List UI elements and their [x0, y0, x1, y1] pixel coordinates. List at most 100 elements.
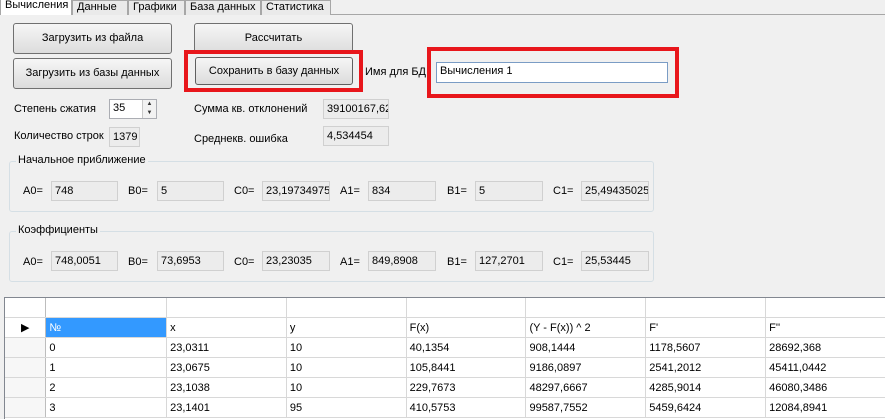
table-cell[interactable]: 3 — [45, 397, 168, 418]
table-cell[interactable]: 1 — [45, 357, 168, 378]
param-label-a0: A0= — [23, 185, 43, 197]
table-row[interactable]: 3 23,1401 95 410,5753 99587,7552 5459,64… — [5, 397, 885, 418]
param-label-b1: B1= — [447, 185, 467, 197]
table-cell[interactable]: 908,1444 — [525, 337, 647, 358]
table-cell[interactable]: 1178,5607 — [645, 337, 767, 358]
mean-error-value: 4,534454 — [323, 126, 389, 146]
grid-column-header[interactable] — [645, 298, 767, 318]
row-header[interactable] — [5, 377, 47, 398]
table-header-cell[interactable]: № — [45, 317, 168, 338]
grid-column-header[interactable] — [166, 298, 287, 318]
grid-column-header[interactable] — [45, 298, 168, 318]
table-cell[interactable]: 28692,368 — [765, 337, 885, 358]
table-row[interactable]: 2 23,1038 10 229,7673 48297,6667 4285,90… — [5, 377, 885, 398]
table-cell[interactable]: 23,1038 — [166, 377, 287, 398]
results-grid[interactable]: ▶ № x y F(x) (Y - F(x)) ^ 2 F' F'' 0 23,… — [4, 297, 885, 419]
initial-c0: 23,19734975 — [262, 181, 330, 201]
row-count-label: Количество строк — [14, 130, 104, 142]
initial-approx-title: Начальное приближение — [16, 154, 148, 166]
grid-column-header[interactable] — [525, 298, 647, 318]
table-cell[interactable]: 0 — [45, 337, 168, 358]
coef-c1: 25,53445 — [581, 251, 649, 271]
db-name-label: Имя для БД — [365, 66, 426, 78]
table-cell[interactable]: 5459,6424 — [645, 397, 767, 418]
table-cell[interactable]: 4285,9014 — [645, 377, 767, 398]
coef-label-b0: B0= — [128, 256, 148, 268]
table-cell[interactable]: 95 — [286, 397, 407, 418]
row-header[interactable] — [5, 337, 47, 358]
tab-database[interactable]: База данных — [185, 0, 261, 15]
grid-top-header-row — [5, 298, 885, 318]
table-cell[interactable]: 10 — [286, 337, 407, 358]
table-cell[interactable]: 410,5753 — [406, 397, 527, 418]
grid-column-header[interactable] — [406, 298, 527, 318]
coef-label-b1: B1= — [447, 256, 467, 268]
spin-down-icon[interactable]: ▼ — [143, 109, 156, 118]
table-header-cell[interactable]: (Y - F(x)) ^ 2 — [525, 317, 647, 338]
table-header-cell[interactable]: F'' — [765, 317, 885, 338]
grid-column-header[interactable] — [765, 298, 885, 318]
coef-label-a1: A1= — [340, 256, 360, 268]
save-to-db-button[interactable]: Сохранить в базу данных — [195, 57, 353, 85]
table-cell[interactable]: 23,0311 — [166, 337, 287, 358]
table-cell[interactable]: 10 — [286, 377, 407, 398]
sum-squares-label: Сумма кв. отклонений — [194, 103, 308, 115]
coef-a0: 748,0051 — [51, 251, 118, 271]
compression-value: 35 — [113, 102, 126, 114]
table-cell[interactable]: 2 — [45, 377, 168, 398]
table-cell[interactable]: 46080,3486 — [765, 377, 885, 398]
load-from-db-button[interactable]: Загрузить из базы данных — [13, 58, 172, 89]
coef-a1: 849,8908 — [368, 251, 436, 271]
sum-squares-value: 39100167,62 — [323, 99, 389, 119]
initial-b0: 5 — [157, 181, 224, 201]
tab-data[interactable]: Данные — [72, 0, 128, 15]
compression-stepper[interactable]: 35 ▲ ▼ — [109, 99, 157, 119]
table-cell[interactable]: 105,8441 — [406, 357, 527, 378]
initial-a0: 748 — [51, 181, 118, 201]
table-row[interactable]: 0 23,0311 10 40,1354 908,1444 1178,5607 … — [5, 337, 885, 358]
table-cell[interactable]: 23,0675 — [166, 357, 287, 378]
table-header-row[interactable]: ▶ № x y F(x) (Y - F(x)) ^ 2 F' F'' — [5, 317, 885, 338]
initial-c1: 25,49435025 — [581, 181, 649, 201]
coef-label-a0: A0= — [23, 256, 43, 268]
grid-column-header[interactable] — [286, 298, 407, 318]
table-cell[interactable]: 9186,0897 — [525, 357, 647, 378]
grid-corner — [5, 298, 47, 318]
initial-a1: 834 — [368, 181, 436, 201]
spin-up-icon[interactable]: ▲ — [143, 100, 156, 109]
table-cell[interactable]: 99587,7552 — [525, 397, 647, 418]
compression-label: Степень сжатия — [14, 103, 96, 115]
table-cell[interactable]: 10 — [286, 357, 407, 378]
table-header-cell[interactable]: y — [286, 317, 407, 338]
table-cell[interactable]: 45411,0442 — [765, 357, 885, 378]
table-cell[interactable]: 2541,2012 — [645, 357, 767, 378]
load-from-file-button[interactable]: Загрузить из файла — [13, 23, 172, 54]
coef-b1: 127,2701 — [475, 251, 543, 271]
coef-b0: 73,6953 — [157, 251, 224, 271]
tab-calculations[interactable]: Вычисления — [0, 0, 72, 15]
row-header[interactable] — [5, 397, 47, 418]
row-header[interactable] — [5, 357, 47, 378]
table-header-cell[interactable]: x — [166, 317, 287, 338]
db-name-input[interactable]: Вычисления 1 — [436, 62, 668, 83]
tab-statistics[interactable]: Статистика — [261, 0, 331, 15]
coefficients-title: Коэффициенты — [16, 224, 100, 236]
coef-label-c0: C0= — [234, 256, 255, 268]
table-cell[interactable]: 12084,8941 — [765, 397, 885, 418]
param-label-c1: C1= — [553, 185, 574, 197]
table-header-cell[interactable]: F' — [645, 317, 767, 338]
calculate-button[interactable]: Рассчитать — [194, 23, 353, 54]
table-header-cell[interactable]: F(x) — [406, 317, 527, 338]
coef-c0: 23,23035 — [262, 251, 330, 271]
stepper-arrows[interactable]: ▲ ▼ — [142, 100, 156, 118]
tab-charts[interactable]: Графики — [128, 0, 185, 15]
param-label-a1: A1= — [340, 185, 360, 197]
table-cell[interactable]: 23,1401 — [166, 397, 287, 418]
mean-error-label: Среднекв. ошибка — [194, 133, 288, 145]
coef-label-c1: C1= — [553, 256, 574, 268]
table-cell[interactable]: 48297,6667 — [525, 377, 647, 398]
table-cell[interactable]: 229,7673 — [406, 377, 527, 398]
current-row-arrow-icon[interactable]: ▶ — [5, 317, 47, 338]
table-row[interactable]: 1 23,0675 10 105,8441 9186,0897 2541,201… — [5, 357, 885, 378]
table-cell[interactable]: 40,1354 — [406, 337, 527, 358]
